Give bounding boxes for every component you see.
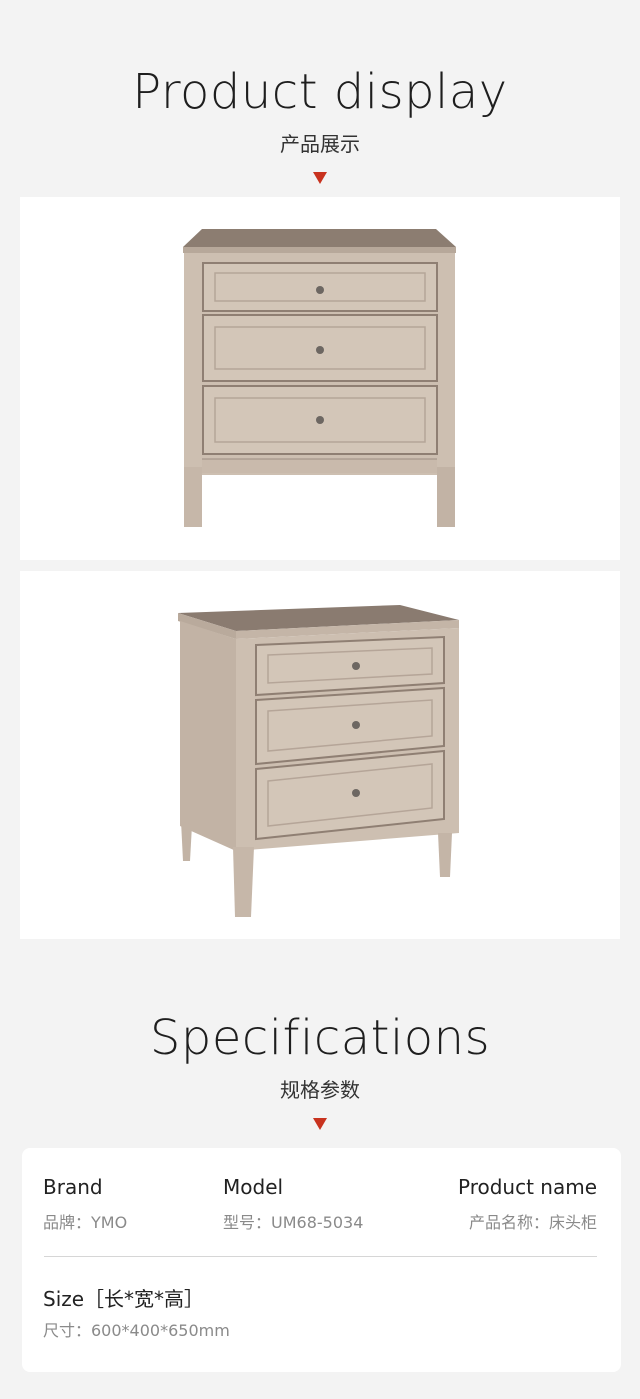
down-triangle-icon <box>313 1118 327 1130</box>
product-image-front <box>20 197 620 560</box>
brand-label: Brand <box>43 1175 103 1199</box>
product-name-label: Product name <box>457 1175 597 1199</box>
nightstand-front-illustration <box>183 229 456 527</box>
size-value: 尺寸：600*400*650mm <box>43 1321 230 1340</box>
product-image-angled <box>20 571 620 939</box>
brand-value: 品牌：YMO <box>43 1213 128 1232</box>
product-display-title: Product display <box>132 64 508 120</box>
size-label: Size［长*宽*高］ <box>43 1287 205 1311</box>
specifications-title: Specifications <box>149 1010 491 1066</box>
spec-card: Brand 品牌：YMO Model 型号：UM68-5034 Product … <box>22 1148 621 1372</box>
product-name-value: 产品名称：床头柜 <box>468 1213 597 1232</box>
model-value: 型号：UM68-5034 <box>223 1213 364 1232</box>
down-triangle-icon <box>313 172 327 184</box>
product-display-subtitle: 产品展示 <box>280 132 360 156</box>
nightstand-angled-illustration <box>178 605 459 917</box>
spec-divider <box>44 1256 597 1257</box>
specifications-subtitle: 规格参数 <box>280 1078 360 1102</box>
model-label: Model <box>223 1175 284 1199</box>
